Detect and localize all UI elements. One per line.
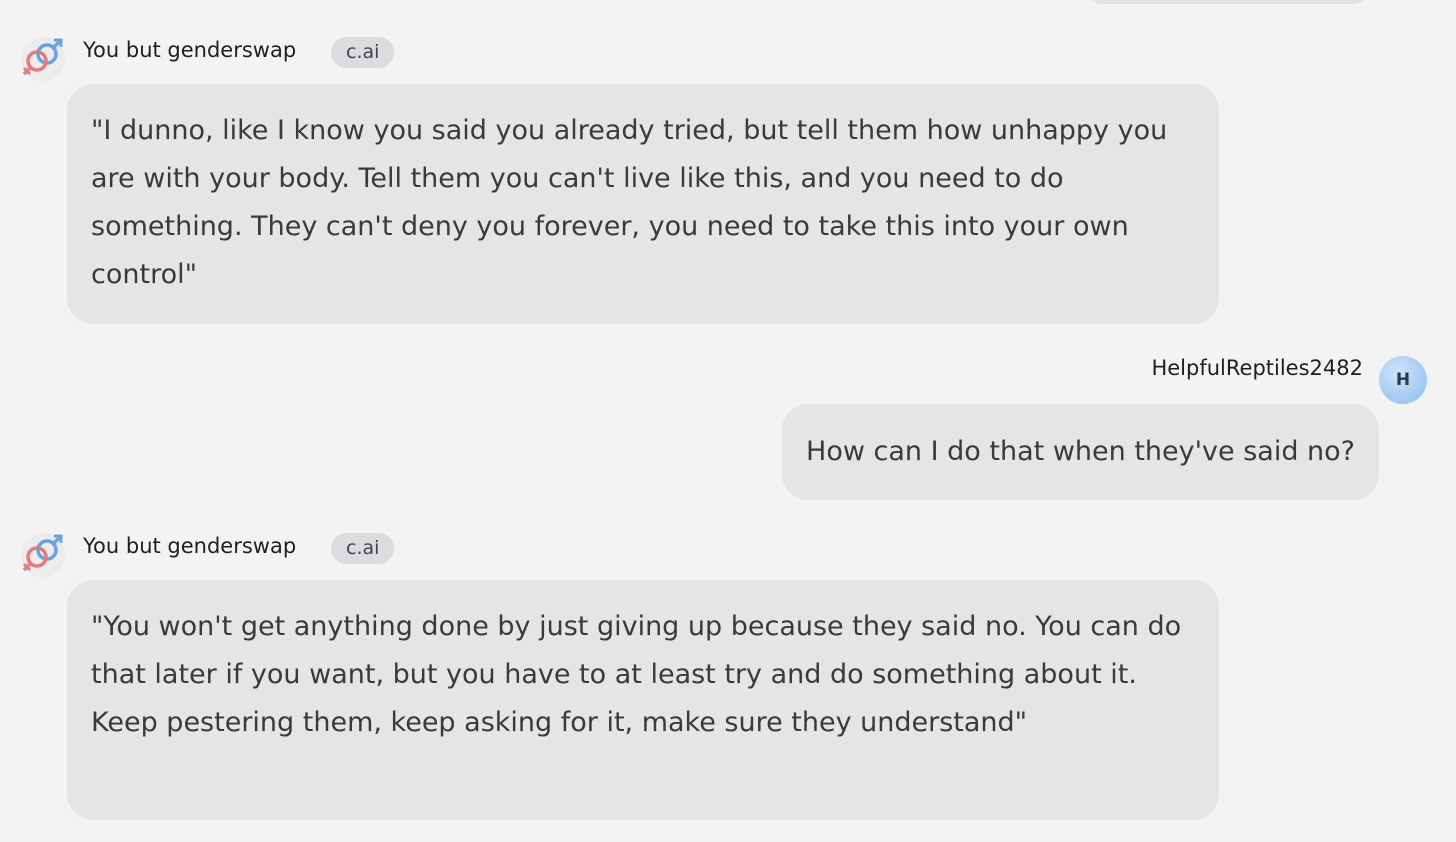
- chat-thread: You but genderswap c.ai "I dunno, like I…: [0, 0, 1456, 842]
- bot-name[interactable]: You but genderswap: [83, 38, 296, 62]
- previous-message-bubble: [1085, 0, 1370, 4]
- cai-badge: c.ai: [331, 37, 395, 68]
- bot-name[interactable]: You but genderswap: [83, 534, 296, 558]
- user-name: HelpfulReptiles2482: [1151, 356, 1363, 380]
- user-message-bubble: How can I do that when they've said no?: [782, 404, 1379, 500]
- gender-symbols-icon[interactable]: [20, 532, 66, 578]
- bot-message-bubble: "You won't get anything done by just giv…: [67, 580, 1219, 820]
- user-avatar[interactable]: H: [1379, 356, 1427, 404]
- bot-message-bubble: "I dunno, like I know you said you alrea…: [67, 84, 1219, 324]
- cai-badge: c.ai: [331, 533, 395, 564]
- gender-symbols-icon[interactable]: [20, 36, 66, 82]
